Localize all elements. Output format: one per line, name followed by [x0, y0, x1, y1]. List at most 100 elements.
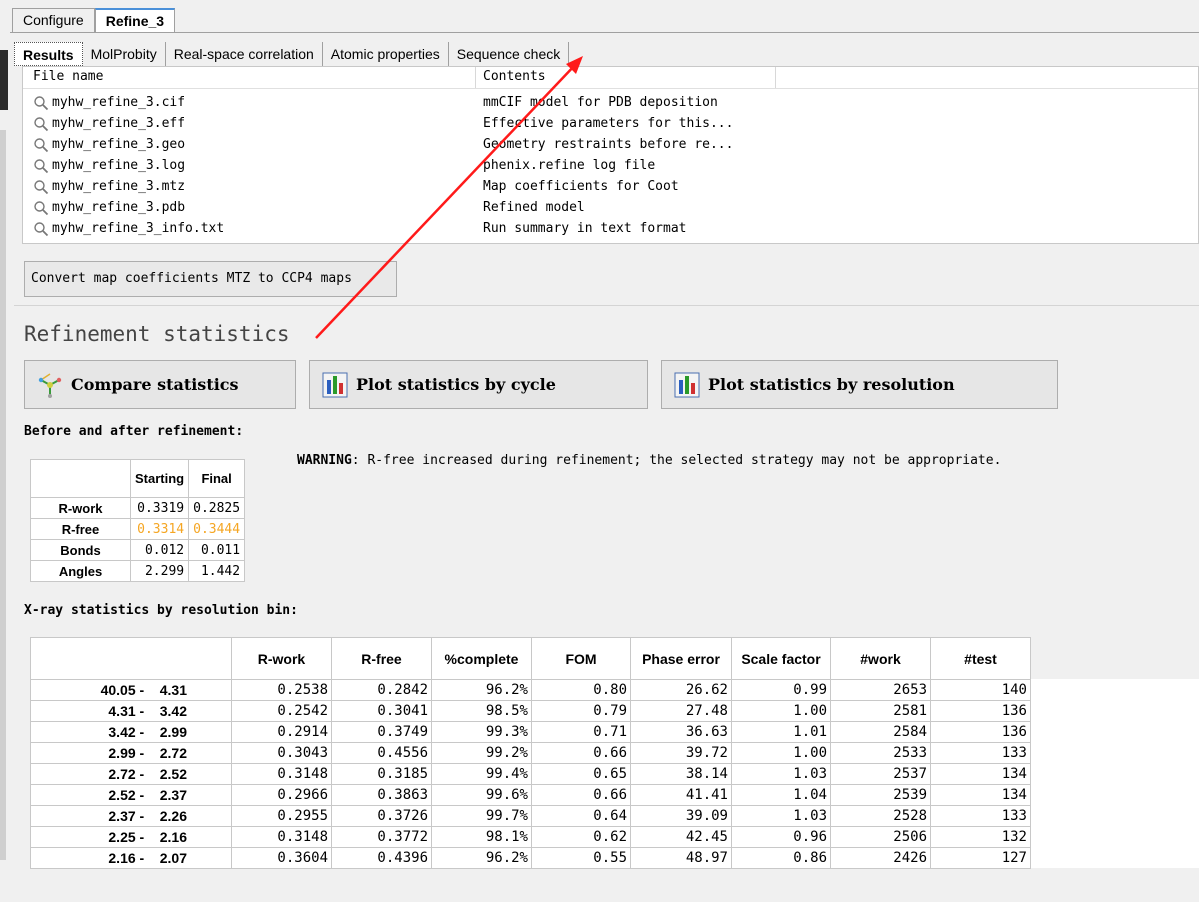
cell-test: 136 [930, 721, 1031, 743]
rfree-warning: WARNING: R-free increased during refinem… [297, 453, 1097, 469]
tab-refine-3[interactable]: Refine_3 [94, 8, 176, 33]
cell-work: 2506 [830, 826, 931, 848]
left-edge [0, 0, 10, 902]
file-row[interactable]: myhw_refine_3.cif mmCIF model for PDB dep… [23, 92, 1198, 113]
molecule-icon [38, 372, 62, 398]
cell-complete: 99.7% [431, 805, 532, 827]
magnifier-icon [34, 200, 49, 215]
column-test: #test [930, 637, 1031, 680]
cell-complete: 96.2% [431, 679, 532, 701]
tab-molprobity[interactable]: MolProbity [83, 42, 166, 66]
table-row: 3.42 - 2.99 0.2914 0.3749 99.3% 0.71 36.63 1.0… [30, 721, 1031, 743]
convert-mtz-button[interactable]: Convert map coefficients MTZ to CCP4 map… [24, 261, 397, 297]
table-row: 2.52 - 2.37 0.2966 0.3863 99.6% 0.66 41.41 1.0… [30, 784, 1031, 806]
compare-statistics-button[interactable]: Compare statistics [24, 360, 296, 409]
tab-results[interactable]: Results [14, 42, 83, 66]
cell-rwork: 0.2966 [231, 784, 332, 806]
file-row[interactable]: myhw_refine_3.geo Geometry restraints bef… [23, 134, 1198, 155]
cell-phase: 26.62 [630, 679, 732, 701]
cell-fom: 0.66 [531, 784, 631, 806]
file-row[interactable]: myhw_refine_3.log phenix.refine log file [23, 155, 1198, 176]
magnifier-icon [34, 116, 49, 131]
resolution-bin: 2.25 - 2.16 [30, 826, 232, 848]
cell-scale: 1.04 [731, 784, 831, 806]
xray-header-row: R-work R-free %complete FOM Phase error … [30, 637, 1031, 680]
cell-test: 133 [930, 742, 1031, 764]
file-contents: mmCIF model for PDB deposition [483, 95, 718, 110]
cell-rfree: 0.2842 [331, 679, 432, 701]
bar-chart-icon [322, 372, 348, 397]
file-name: myhw_refine_3.geo [52, 137, 186, 152]
cell-complete: 99.3% [431, 721, 532, 743]
cell-work: 2426 [830, 847, 931, 869]
file-name: myhw_refine_3.pdb [52, 200, 186, 215]
table-row: Bonds 0.012 0.011 [30, 539, 246, 561]
file-contents: Map coefficients for Coot [483, 179, 679, 194]
column-complete: %complete [431, 637, 532, 680]
column-phase-error: Phase error [630, 637, 732, 680]
column-r-free: R-free [331, 637, 432, 680]
cell-phase: 39.09 [630, 805, 732, 827]
plot-by-resolution-button[interactable]: Plot statistics by resolution [661, 360, 1058, 409]
cell-fom: 0.62 [531, 826, 631, 848]
file-name: myhw_refine_3.mtz [52, 179, 186, 194]
output-file-list: File name Contents myhw_refine_3.cif mmCI… [22, 66, 1199, 244]
plot-by-cycle-button[interactable]: Plot statistics by cycle [309, 360, 648, 409]
cell-rfree: 0.4556 [331, 742, 432, 764]
cell-scale: 0.99 [731, 679, 831, 701]
cell-rwork: 0.3148 [231, 826, 332, 848]
warning-label: WARNING [297, 453, 352, 468]
cell-work: 2533 [830, 742, 931, 764]
cell-scale: 1.01 [731, 721, 831, 743]
bar-chart-icon [674, 372, 700, 397]
tab-real-space-correlation[interactable]: Real-space correlation [166, 42, 323, 66]
cell-test: 133 [930, 805, 1031, 827]
file-row[interactable]: myhw_refine_3.pdb Refined model [23, 197, 1198, 218]
cell-test: 127 [930, 847, 1031, 869]
cell-work: 2528 [830, 805, 931, 827]
cell-rwork: 0.3148 [231, 763, 332, 785]
resolution-bin: 2.99 - 2.72 [30, 742, 232, 764]
column-scale-factor: Scale factor [731, 637, 831, 680]
tab-atomic-properties[interactable]: Atomic properties [323, 42, 449, 66]
cell-work: 2581 [830, 700, 931, 722]
magnifier-icon [34, 95, 49, 110]
file-row[interactable]: myhw_refine_3.mtz Map coefficients for Co… [23, 176, 1198, 197]
file-row[interactable]: myhw_refine_3_info.txt Run summary in tex… [23, 218, 1198, 239]
cell-phase: 38.14 [630, 763, 732, 785]
resolution-bin: 2.37 - 2.26 [30, 805, 232, 827]
cell-rwork: 0.2955 [231, 805, 332, 827]
cell-complete: 96.2% [431, 847, 532, 869]
cell-work: 2539 [830, 784, 931, 806]
file-row[interactable]: myhw_refine_3.eff Effective parameters fo… [23, 113, 1198, 134]
table-row: 2.16 - 2.07 0.3604 0.4396 96.2% 0.55 48.97 0.8… [30, 847, 1031, 869]
file-contents: Effective parameters for this... [483, 116, 734, 131]
tab-sequence-check[interactable]: Sequence check [449, 42, 570, 66]
file-name: myhw_refine_3.cif [52, 95, 186, 110]
cell-scale: 1.03 [731, 805, 831, 827]
before-after-heading: Before and after refinement: [24, 424, 244, 439]
cell-phase: 39.72 [630, 742, 732, 764]
cell-phase: 36.63 [630, 721, 732, 743]
tab-configure[interactable]: Configure [12, 8, 95, 33]
warning-text: : R-free increased during refinement; th… [351, 453, 1002, 468]
column-file-name[interactable]: File name [23, 67, 476, 88]
cell-fom: 0.65 [531, 763, 631, 785]
cell-work: 2584 [830, 721, 931, 743]
cell-work: 2653 [830, 679, 931, 701]
cell-rfree: 0.3749 [331, 721, 432, 743]
column-fom: FOM [531, 637, 631, 680]
file-name: myhw_refine_3.eff [52, 116, 186, 131]
column-contents[interactable]: Contents [476, 67, 776, 88]
file-list-header: File name Contents [23, 67, 1198, 89]
plot-by-resolution-label: Plot statistics by resolution [708, 375, 955, 394]
resolution-bin: 2.16 - 2.07 [30, 847, 232, 869]
table-row: 2.72 - 2.52 0.3148 0.3185 99.4% 0.65 38.14 1.0… [30, 763, 1031, 785]
xray-heading: X-ray statistics by resolution bin: [24, 603, 298, 618]
resolution-bin: 2.52 - 2.37 [30, 784, 232, 806]
cell-rwork: 0.2538 [231, 679, 332, 701]
cell-phase: 48.97 [630, 847, 732, 869]
table-row: 2.25 - 2.16 0.3148 0.3772 98.1% 0.62 42.45 0.9… [30, 826, 1031, 848]
cell-rwork: 0.2914 [231, 721, 332, 743]
cell-test: 140 [930, 679, 1031, 701]
